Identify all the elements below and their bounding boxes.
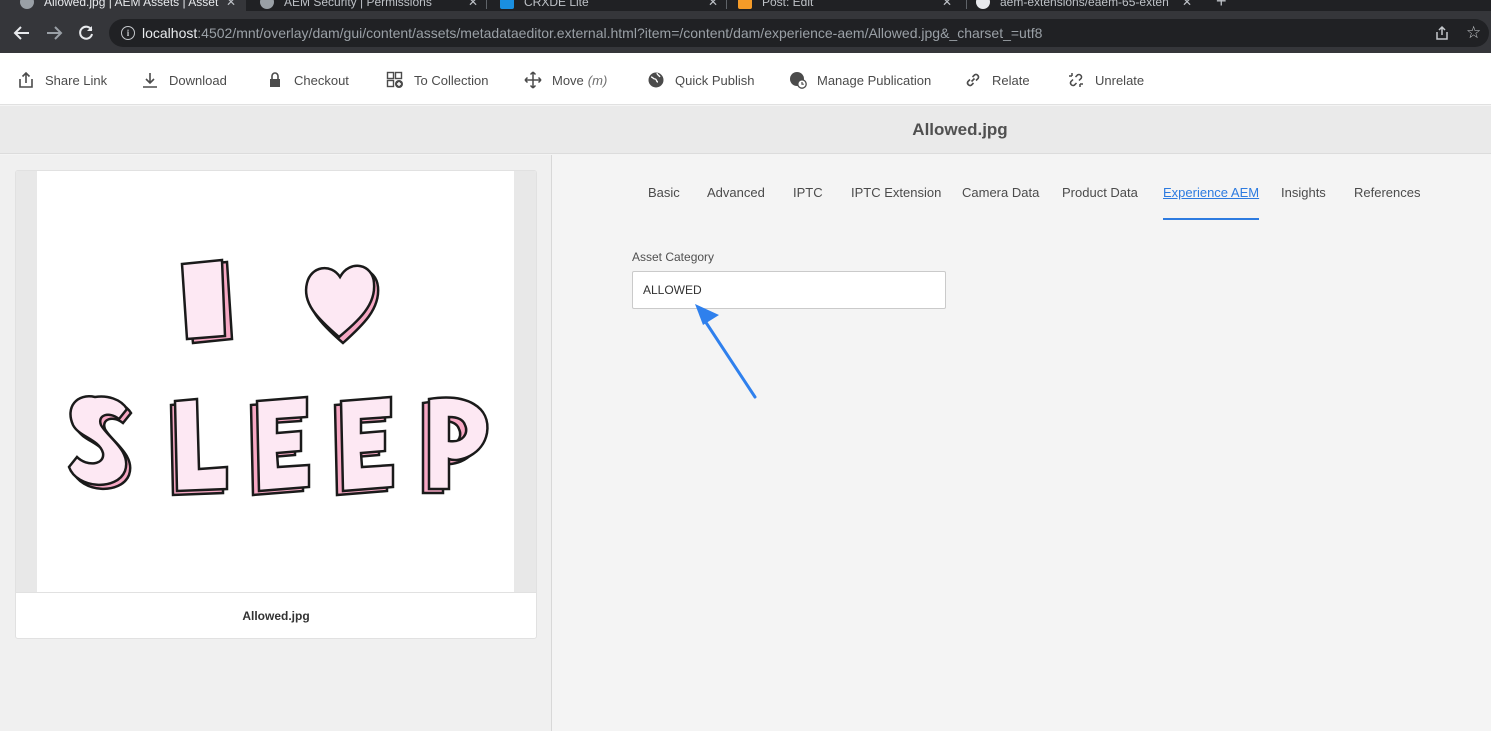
tab-iptc-extension[interactable]: IPTC Extension — [851, 185, 941, 220]
crxde-favicon-icon — [500, 0, 514, 9]
download-label: Download — [169, 72, 227, 88]
share-link-label: Share Link — [45, 72, 108, 88]
blogger-favicon-icon — [738, 0, 752, 9]
address-bar[interactable]: i localhost:4502/mnt/overlay/dam/gui/con… — [109, 19, 1489, 47]
unrelate-label: Unrelate — [1095, 72, 1145, 88]
asset-card[interactable]: I Allowed.jpg — [15, 170, 537, 639]
browser-tab-title: CRXDE Lite — [524, 0, 589, 9]
page-title: Allowed.jpg — [912, 120, 1008, 139]
url-host: localhost — [142, 25, 198, 41]
browser-tab-title: AEM Security | Permissions — [284, 0, 432, 9]
browser-tab[interactable]: Post: Edit ✕ — [726, 0, 966, 11]
tab-separator — [726, 0, 727, 9]
link-icon — [964, 71, 982, 89]
new-tab-button[interactable]: + — [1216, 0, 1236, 11]
browser-toolbar: i localhost:4502/mnt/overlay/dam/gui/con… — [0, 11, 1491, 53]
browser-tabstrip: Allowed.jpg | AEM Assets | Asset ✕ AEM S… — [0, 0, 1491, 11]
unlink-icon — [1067, 71, 1085, 89]
url-path: :4502/mnt/overlay/dam/gui/content/assets… — [197, 25, 1043, 41]
checkout-label: Checkout — [294, 72, 349, 88]
metadata-editor-panel: Basic Advanced IPTC IPTC Extension Camer… — [553, 155, 1491, 731]
letter-l — [169, 397, 229, 497]
close-tab-icon[interactable]: ✕ — [468, 0, 478, 9]
tab-camera-data[interactable]: Camera Data — [962, 185, 1039, 220]
download-icon — [141, 71, 159, 89]
close-tab-icon[interactable]: ✕ — [1182, 0, 1192, 9]
site-info-icon[interactable]: i — [121, 26, 135, 40]
lock-icon — [266, 71, 284, 89]
action-bar: Share Link Download Checkout To Collecti… — [0, 53, 1491, 105]
title-bar: Allowed.jpg — [0, 106, 1491, 154]
asset-category-input[interactable] — [632, 271, 946, 309]
bookmark-star-icon[interactable]: ☆ — [1466, 23, 1481, 43]
tab-separator — [486, 0, 487, 9]
checkout-button[interactable]: Checkout — [266, 70, 349, 90]
globe-icon — [647, 71, 665, 89]
add-collection-icon — [386, 71, 404, 89]
move-label: Move — [552, 72, 584, 88]
favicon-icon — [260, 0, 274, 9]
asset-category-label: Asset Category — [632, 250, 715, 264]
to-collection-button[interactable]: To Collection — [386, 70, 488, 90]
forward-arrow-icon[interactable] — [45, 24, 63, 42]
asset-thumbnail: I — [37, 171, 514, 592]
letter-p — [421, 396, 489, 495]
tab-references[interactable]: References — [1354, 185, 1420, 220]
tab-product-data[interactable]: Product Data — [1062, 185, 1138, 220]
browser-tab-title: aem-extensions/eaem-65-exten — [1000, 0, 1169, 9]
back-arrow-icon[interactable] — [13, 24, 31, 42]
relate-button[interactable]: Relate — [964, 70, 1030, 90]
letter-i: I — [180, 258, 234, 345]
letter-s — [67, 395, 133, 490]
asset-preview-panel: I Allowed.jpg — [0, 155, 552, 731]
letter-e-2 — [333, 395, 395, 497]
move-icon — [524, 71, 542, 89]
close-tab-icon[interactable]: ✕ — [708, 0, 718, 9]
browser-tab[interactable]: aem-extensions/eaem-65-exten ✕ — [966, 0, 1206, 11]
browser-tab-title: Allowed.jpg | AEM Assets | Asset — [44, 0, 219, 9]
share-link-button[interactable]: Share Link — [17, 70, 107, 90]
move-button[interactable]: Move (m) — [524, 70, 607, 90]
manage-publication-label: Manage Publication — [817, 72, 932, 88]
manage-publication-button[interactable]: Manage Publication — [789, 70, 931, 90]
close-tab-icon[interactable]: ✕ — [226, 0, 236, 9]
asset-card-title: Allowed.jpg — [16, 592, 536, 638]
i-love-sleep-image: I — [67, 258, 489, 497]
letter-e-1 — [249, 395, 311, 497]
share-icon — [17, 71, 35, 89]
close-tab-icon[interactable]: ✕ — [942, 0, 952, 9]
download-button[interactable]: Download — [141, 70, 227, 90]
relate-label: Relate — [992, 72, 1030, 88]
tab-basic[interactable]: Basic — [648, 185, 680, 220]
reload-icon[interactable] — [77, 24, 95, 42]
annotation-arrow-icon — [695, 304, 757, 399]
browser-tab-title: Post: Edit — [762, 0, 814, 9]
url-text: localhost:4502/mnt/overlay/dam/gui/conte… — [142, 25, 1042, 41]
browser-tab[interactable]: AEM Security | Permissions ✕ — [246, 0, 486, 11]
move-shortcut: (m) — [587, 72, 608, 88]
tab-insights[interactable]: Insights — [1281, 185, 1326, 220]
tab-experience-aem[interactable]: Experience AEM — [1163, 185, 1260, 220]
tab-separator — [966, 0, 967, 9]
share-page-icon[interactable] — [1434, 25, 1450, 45]
quick-publish-label: Quick Publish — [675, 72, 755, 88]
quick-publish-button[interactable]: Quick Publish — [647, 70, 754, 90]
to-collection-label: To Collection — [414, 72, 489, 88]
tab-advanced[interactable]: Advanced — [707, 185, 765, 220]
plus-icon: + — [1216, 0, 1227, 11]
github-favicon-icon — [976, 0, 990, 9]
heart-shape — [304, 264, 380, 345]
favicon-icon — [20, 0, 34, 9]
browser-tab-active[interactable]: Allowed.jpg | AEM Assets | Asset ✕ — [0, 0, 246, 11]
browser-tab[interactable]: CRXDE Lite ✕ — [486, 0, 726, 11]
unrelate-button[interactable]: Unrelate — [1067, 70, 1144, 90]
tab-iptc[interactable]: IPTC — [793, 185, 823, 220]
globe-clock-icon — [789, 71, 807, 89]
